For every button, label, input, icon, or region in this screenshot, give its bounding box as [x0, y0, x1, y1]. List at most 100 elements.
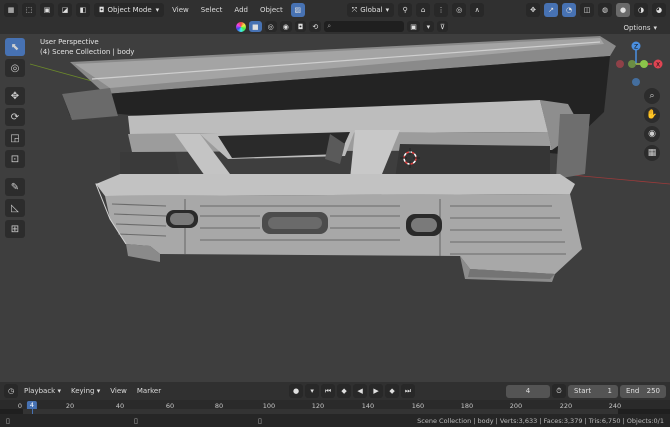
- end-frame-field[interactable]: End 250: [620, 384, 666, 398]
- neg-z-axis-handle: [632, 78, 640, 86]
- cursor-tool-icon[interactable]: ◎: [5, 59, 25, 77]
- chevron-down-icon: ▾: [96, 387, 101, 395]
- shading-rendered-icon[interactable]: ◕: [652, 3, 666, 17]
- mode-label: Object Mode: [107, 6, 152, 14]
- move-tool-icon[interactable]: ✥: [5, 87, 25, 105]
- search-icon: ⌕: [327, 22, 332, 30]
- rotate-tool-icon[interactable]: ⟳: [5, 108, 25, 126]
- viewport-subheader: ■ ◎ ◉ ◘ ⟲ ⌕ ▣ ▾ ⊽: [0, 20, 670, 34]
- scene-statistics: Scene Collection | body | Verts:3,633 | …: [417, 416, 664, 425]
- select-box-icon[interactable]: ⬚: [22, 3, 36, 17]
- search-field[interactable]: ⌕: [324, 21, 405, 32]
- timeline-menu-keying[interactable]: Keying ▾: [67, 387, 104, 395]
- snap-target-icon[interactable]: ⋮: [434, 3, 449, 17]
- viewport-header: ▦ ⬚ ▣ ◪ ◧ ◘ Object Mode ▾ View Select Ad…: [0, 0, 670, 20]
- image-editor-icon[interactable]: ▨: [290, 3, 305, 17]
- funnel-icon[interactable]: ⊽: [436, 21, 449, 32]
- toolbar-gap: [5, 171, 27, 175]
- collection-info-label: (4) Scene Collection | body: [40, 48, 135, 56]
- editor-type-icon[interactable]: ▦: [4, 3, 18, 17]
- overlay-toggle-icon[interactable]: ◔: [562, 3, 576, 17]
- play-icon[interactable]: ▶: [369, 384, 384, 398]
- current-frame-field[interactable]: 4: [506, 384, 550, 398]
- mode-dropdown[interactable]: ◘ Object Mode ▾: [94, 3, 165, 17]
- current-frame-value: 4: [525, 387, 531, 395]
- keyframe-type-icon[interactable]: ▾: [305, 384, 320, 398]
- options-label: Options: [623, 24, 651, 32]
- toolbar-gap: [5, 80, 27, 84]
- playback-label: Playback: [24, 387, 56, 395]
- mode-icon: ◘: [99, 6, 105, 14]
- view-name-label: User Perspective: [40, 38, 99, 46]
- transform-orientation-icon: ⤧: [351, 5, 358, 14]
- timeline-menu-marker[interactable]: Marker: [133, 387, 165, 395]
- play-reverse-icon[interactable]: ◀: [353, 384, 368, 398]
- xray-toggle-icon[interactable]: ◫: [580, 3, 594, 17]
- pan-hand-icon[interactable]: ✋: [644, 107, 660, 123]
- filter-dropdown-icon[interactable]: ▾: [422, 21, 434, 32]
- orientation-dropdown[interactable]: ⤧ Global ▾: [346, 3, 395, 17]
- x-axis-label: X: [656, 61, 660, 68]
- keying-label: Keying: [70, 387, 95, 395]
- start-frame-field[interactable]: Start 1: [568, 384, 618, 398]
- view-object-types-icon[interactable]: ✥: [526, 3, 540, 17]
- filter-all-icon[interactable]: ■: [249, 21, 262, 32]
- chevron-down-icon: ▾: [385, 6, 390, 14]
- chevron-down-icon: ▾: [155, 6, 160, 14]
- end-label: End: [626, 387, 640, 395]
- chevron-down-icon: ▾: [57, 387, 61, 395]
- timeline-menu-playback[interactable]: Playback ▾: [20, 387, 65, 395]
- record-icon[interactable]: ●: [289, 384, 304, 398]
- annotate-tool-icon[interactable]: ✎: [5, 178, 25, 196]
- color-wheel-icon[interactable]: [236, 21, 246, 32]
- filter-light-icon[interactable]: ◉: [279, 21, 292, 32]
- perspective-grid-icon[interactable]: ▦: [644, 145, 660, 161]
- snap-icon[interactable]: ⌂: [416, 3, 431, 17]
- mouse-right-icon: ▯: [258, 416, 262, 425]
- shading-material-icon[interactable]: ◑: [634, 3, 648, 17]
- select-box-tool-icon[interactable]: ⬉: [5, 38, 25, 56]
- pivot-icon[interactable]: ⚲: [398, 3, 413, 17]
- select-extend-icon[interactable]: ▣: [40, 3, 54, 17]
- filter-camera-icon[interactable]: ◘: [294, 21, 307, 32]
- options-dropdown[interactable]: Options ▾: [618, 22, 662, 34]
- transform-tool-icon[interactable]: ⊡: [5, 150, 25, 168]
- y-axis-handle: [640, 60, 648, 68]
- jump-end-icon[interactable]: ⏭: [401, 384, 416, 398]
- menu-select[interactable]: Select: [197, 6, 227, 14]
- start-label: Start: [574, 387, 592, 395]
- end-value: 250: [646, 387, 660, 395]
- status-bar: ▯ ▯ ▯ Scene Collection | body | Verts:3,…: [0, 414, 670, 427]
- menu-object[interactable]: Object: [256, 6, 287, 14]
- camera-view-icon[interactable]: ◉: [644, 126, 660, 142]
- falloff-icon[interactable]: ∧: [470, 3, 485, 17]
- z-axis-label: Z: [634, 43, 638, 50]
- timeline-editor-icon[interactable]: ◷: [4, 384, 18, 398]
- proportional-edit-icon[interactable]: ◎: [452, 3, 467, 17]
- zoom-icon[interactable]: ⌕: [644, 88, 660, 104]
- select-intersect-icon[interactable]: ◧: [76, 3, 90, 17]
- scale-tool-icon[interactable]: ◲: [5, 129, 25, 147]
- mouse-left-icon: ▯: [6, 416, 10, 425]
- shading-solid-icon[interactable]: ●: [616, 3, 630, 17]
- measure-tool-icon[interactable]: ◺: [5, 199, 25, 217]
- add-cube-tool-icon[interactable]: ⊞: [5, 220, 25, 238]
- stopwatch-icon[interactable]: ⏱: [552, 384, 566, 398]
- shading-wireframe-icon[interactable]: ◍: [598, 3, 612, 17]
- start-value: 1: [607, 387, 612, 395]
- menu-view[interactable]: View: [168, 6, 193, 14]
- filter-empty-icon[interactable]: ⟲: [309, 21, 322, 32]
- menu-add[interactable]: Add: [230, 6, 252, 14]
- select-all-toggle-icon[interactable]: ▣: [407, 21, 420, 32]
- select-subtract-icon[interactable]: ◪: [58, 3, 72, 17]
- 3d-viewport[interactable]: User Perspective (4) Scene Collection | …: [0, 34, 670, 382]
- navigation-gizmo[interactable]: Z X: [606, 36, 666, 96]
- next-keyframe-icon[interactable]: ◆: [385, 384, 400, 398]
- gizmo-toggle-icon[interactable]: ↗: [544, 3, 558, 17]
- prev-keyframe-icon[interactable]: ◆: [337, 384, 352, 398]
- scene-render: [0, 34, 670, 382]
- filter-mesh-icon[interactable]: ◎: [264, 21, 277, 32]
- jump-start-icon[interactable]: ⏮: [321, 384, 336, 398]
- chevron-down-icon: ▾: [653, 24, 657, 32]
- timeline-menu-view[interactable]: View: [106, 387, 131, 395]
